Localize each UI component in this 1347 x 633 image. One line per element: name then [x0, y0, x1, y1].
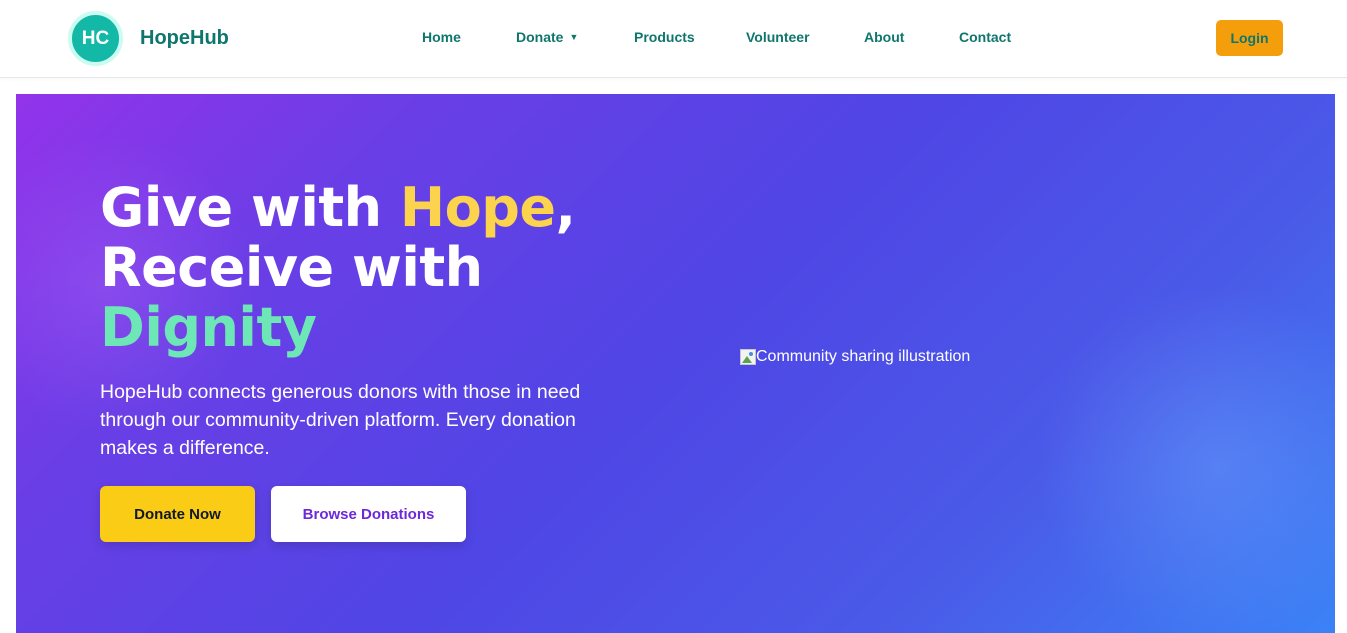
- nav-products[interactable]: Products: [634, 29, 695, 45]
- broken-image-icon: [740, 349, 756, 365]
- headline-dignity: Dignity: [100, 296, 317, 359]
- donate-now-button[interactable]: Donate Now: [100, 486, 255, 542]
- logo-initials: HC: [81, 27, 110, 49]
- hero-section: Give with Hope, Receive with Dignity Hop…: [16, 94, 1335, 633]
- logo-badge: HC: [68, 11, 123, 66]
- brand-name: HopeHub: [140, 27, 229, 49]
- nav-donate-label: Donate: [516, 29, 564, 45]
- headline-comma: ,: [555, 176, 577, 239]
- hero-illustration: Community sharing illustration: [740, 348, 970, 366]
- nav-volunteer[interactable]: Volunteer: [746, 29, 810, 45]
- nav-donate-dropdown[interactable]: Donate ▼: [516, 29, 578, 45]
- hero-headline: Give with Hope, Receive with Dignity: [100, 178, 700, 358]
- browse-donations-button[interactable]: Browse Donations: [271, 486, 466, 542]
- hero-subtitle: HopeHub connects generous donors with th…: [100, 381, 581, 459]
- brand-logo-link[interactable]: HC HopeHub: [68, 11, 229, 66]
- nav-contact[interactable]: Contact: [959, 29, 1011, 45]
- login-button[interactable]: Login: [1216, 20, 1283, 56]
- nav-home[interactable]: Home: [422, 29, 461, 45]
- headline-text-1: Give with: [100, 176, 400, 239]
- caret-down-icon: ▼: [569, 32, 579, 42]
- hero-glow-decoration: [1036, 284, 1335, 633]
- top-navbar: HC HopeHub Home Donate ▼ Products Volunte…: [0, 0, 1347, 78]
- headline-hope: Hope: [399, 176, 556, 239]
- nav-about[interactable]: About: [864, 29, 904, 45]
- headline-text-2: Receive with: [100, 236, 483, 299]
- hero-illustration-alt-text: Community sharing illustration: [756, 348, 971, 365]
